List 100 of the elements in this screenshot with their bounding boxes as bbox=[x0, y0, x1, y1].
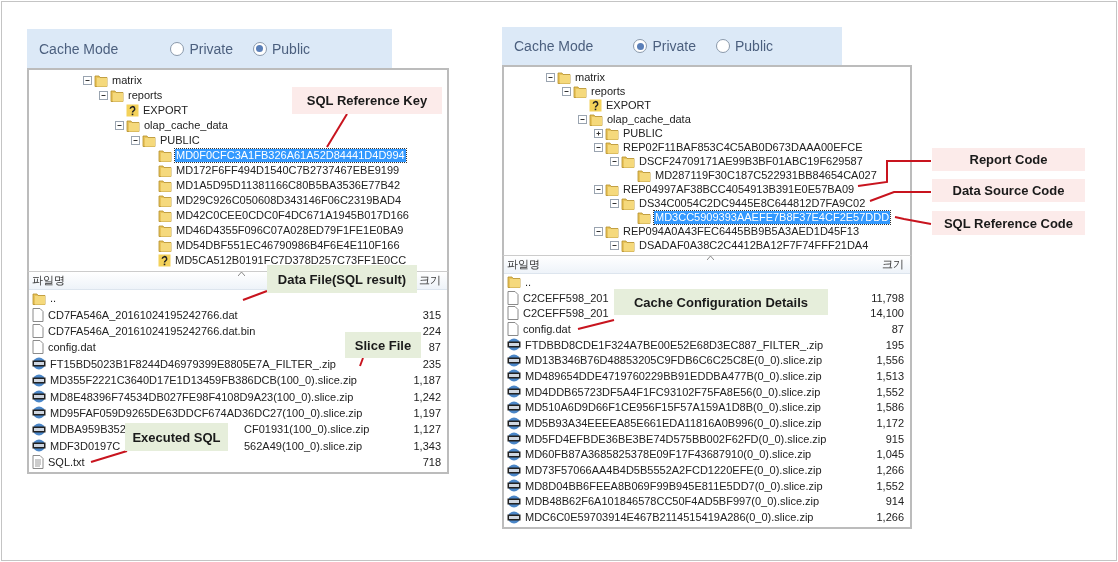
tree-item[interactable]: MD1A5D95D11381166C80B5BA3536E77B42 bbox=[175, 179, 402, 192]
file-name[interactable]: MD73F57066AA4B4D5B5552A2FCD1220EFE(0_0).slice.zip bbox=[525, 464, 822, 477]
folder-icon bbox=[126, 119, 140, 132]
file-name[interactable]: MD95FAF059D9265DE63DDCF674AD36DC27(100_0).slice.zip bbox=[50, 406, 363, 419]
folder-icon bbox=[605, 140, 619, 154]
file-name[interactable]: config.dat bbox=[523, 322, 593, 335]
collapse-icon[interactable] bbox=[594, 142, 603, 152]
archive-icon bbox=[32, 390, 46, 404]
radio-label[interactable]: Public bbox=[271, 40, 311, 57]
file-name[interactable]: CF01931(100_0).slice.zip bbox=[244, 423, 370, 436]
file-name[interactable]: MD355F2221C3640D17E1D13459FB386DCB(100_0).slice.zip bbox=[50, 374, 357, 387]
tree-item[interactable]: PUBLIC bbox=[159, 134, 201, 147]
tree-item[interactable]: MD42C0CEE0CDC0F4DC671A1945B017D166 bbox=[175, 209, 410, 222]
file-size: 235 bbox=[422, 357, 441, 370]
radio-button[interactable] bbox=[252, 41, 267, 56]
file-name[interactable]: config.dat bbox=[48, 341, 124, 354]
file-name[interactable]: MDB48B62F6A101846578CC50F4AD5BF997(0_0).slice.zip bbox=[525, 495, 820, 508]
folder-icon bbox=[637, 210, 651, 224]
collapse-icon[interactable] bbox=[594, 184, 603, 194]
file-name[interactable]: MDC6C0E59703914E467B2114515419A286(0_0).slice.zip bbox=[525, 511, 814, 524]
radio-label[interactable]: Private bbox=[189, 40, 233, 57]
file-name[interactable]: MD13B346B76D48853205C9FDB6C6C25C8E(0_0).slice.zip bbox=[525, 354, 823, 367]
file-name[interactable]: CD7FA546A_20161024195242766.dat.bin bbox=[48, 324, 256, 337]
folder-icon bbox=[94, 74, 108, 87]
tree-item[interactable]: REP04997AF38BCC4054913B391E0E57BA09 bbox=[622, 182, 856, 196]
column-header[interactable]: 파일명 bbox=[507, 257, 540, 272]
radio-button[interactable] bbox=[170, 41, 185, 56]
tree-item[interactable]: matrix bbox=[574, 70, 606, 84]
file-name[interactable]: MD489654DDE4719760229BB91EDDBA477B(0_0).slice.zip bbox=[525, 369, 822, 382]
collapse-icon[interactable] bbox=[546, 72, 555, 82]
file-name[interactable]: MD5B93A34EEEEA85E661EDA11816A0B996(0_0).slice.zip bbox=[525, 417, 822, 430]
file-size: 1,552 bbox=[876, 479, 904, 492]
collapse-icon[interactable] bbox=[83, 76, 92, 85]
sort-caret-icon bbox=[707, 256, 714, 260]
expand-icon[interactable] bbox=[594, 128, 603, 138]
column-header[interactable]: 파일명 bbox=[32, 273, 65, 288]
file-name[interactable]: MD8E48396F74534DB027FE98F4108D9A23(100_0).slice.zip bbox=[50, 390, 354, 403]
tree-item[interactable]: REP094A0A43FEC6445BB9B5A3AED1D45F13 bbox=[622, 224, 861, 238]
file-name[interactable]: C2CEFF598_201 bbox=[523, 307, 609, 320]
tree-item[interactable]: MD5CA512B0191FC7D378D257C73FF1E0CC bbox=[174, 254, 408, 267]
tree-item[interactable]: DSADAF0A38C2C4412BA12F7F74FFF21DA4 bbox=[638, 238, 870, 252]
tree-item[interactable]: DS34C0054C2DC9445E8C644812D7FA9C02 bbox=[638, 196, 867, 210]
file-size: 915 bbox=[885, 432, 904, 445]
tree-item[interactable]: matrix bbox=[111, 74, 143, 87]
file-name[interactable]: C2CEFF598_201 bbox=[523, 291, 609, 304]
file-icon bbox=[507, 321, 519, 336]
column-header[interactable]: 크기 bbox=[882, 257, 904, 272]
collapse-icon[interactable] bbox=[610, 240, 619, 250]
file-name[interactable]: CD7FA546A_20161024195242766.dat bbox=[48, 308, 238, 321]
tree-item[interactable]: MD29C926C050608D343146F06C2319BAD4 bbox=[175, 194, 403, 207]
folder-icon bbox=[605, 182, 619, 196]
tree-item[interactable]: PUBLIC bbox=[622, 126, 664, 140]
tree-item[interactable]: REP02F11BAF853C4C5AB0D673DAAA00EFCE bbox=[622, 140, 864, 154]
collapse-icon[interactable] bbox=[594, 226, 603, 236]
folder-icon bbox=[557, 70, 571, 84]
file-name[interactable]: MD60FB87A3685825378E09F17F43687910(0_0).slice.zip bbox=[525, 448, 812, 461]
file-name[interactable]: MD510A6D9D66F1CE956F15F57A159A1D8B(0_0).slice.zip bbox=[525, 401, 821, 414]
tree-item[interactable]: DSCF24709171AE99B3BF01ABC19F629587 bbox=[638, 154, 864, 168]
radio-label[interactable]: Public bbox=[734, 38, 774, 54]
archive-icon bbox=[32, 422, 46, 436]
folder-icon bbox=[158, 194, 172, 207]
file-name[interactable]: FT15BD5023B1F8244D46979399E8805E7A_FILTER_.zip bbox=[50, 357, 336, 370]
collapse-icon[interactable] bbox=[131, 136, 140, 145]
file-size: 1,556 bbox=[876, 354, 904, 367]
file-name[interactable]: MD5FD4EFBDE36BE3BE74D575BB002F62FD(0_0).slice.zip bbox=[525, 432, 827, 445]
file-name[interactable]: 562A49(100_0).slice.zip bbox=[244, 439, 363, 452]
collapse-icon[interactable] bbox=[99, 91, 108, 100]
file-name[interactable]: FTDBBD8CDE1F324A7BE00E52E68D3EC887_FILTER_.zip bbox=[525, 338, 824, 351]
archive-icon bbox=[507, 510, 521, 524]
tree-item[interactable]: olap_cache_data bbox=[143, 119, 229, 132]
tree-item[interactable]: EXPORT bbox=[142, 104, 190, 117]
tree-item[interactable]: reports bbox=[590, 84, 627, 98]
tree-item[interactable]: MD54DBF551EC46790986B4F6E4E110F166 bbox=[175, 239, 401, 252]
collapse-icon[interactable] bbox=[562, 86, 571, 96]
tree-item[interactable]: reports bbox=[127, 89, 164, 102]
column-header[interactable]: 크기 bbox=[419, 273, 441, 288]
tree-item[interactable]: EXPORT bbox=[605, 98, 653, 112]
radio-button[interactable] bbox=[715, 39, 730, 53]
folder-icon bbox=[621, 196, 635, 210]
callout-label: SQL Reference Key bbox=[292, 87, 442, 114]
tree-item[interactable]: MD287119F30C187C522931BB84654CA027 bbox=[654, 168, 878, 182]
collapse-icon[interactable] bbox=[115, 121, 124, 130]
file-name[interactable]: SQL.txt bbox=[48, 456, 124, 469]
file-name[interactable]: MDBA959B352 bbox=[50, 423, 126, 436]
collapse-icon[interactable] bbox=[610, 198, 619, 208]
tree-item[interactable]: MD46D4355F096C07A028ED79F1FE1E0BA9 bbox=[175, 224, 405, 237]
tree-item[interactable]: MD172F6FF494D1540C7B2737467EBE9199 bbox=[175, 164, 401, 177]
folder-icon bbox=[158, 149, 172, 162]
file-name[interactable]: .. bbox=[525, 275, 595, 288]
collapse-icon[interactable] bbox=[578, 114, 587, 124]
file-name[interactable]: MD4DDB65723DF5A4F1FC93102F75FA8E56(0_0).slice.zip bbox=[525, 385, 821, 398]
file-name[interactable]: .. bbox=[50, 292, 126, 305]
radio-label[interactable]: Private bbox=[652, 38, 696, 54]
radio-button[interactable] bbox=[633, 39, 648, 53]
cache-mode-label: Cache Mode bbox=[39, 40, 119, 57]
tree-item[interactable]: olap_cache_data bbox=[606, 112, 692, 126]
folder-icon bbox=[110, 89, 124, 102]
file-name[interactable]: MD8D04BB6FEEA8B069F99B945E811E5DD7(0_0).slice.zip bbox=[525, 479, 823, 492]
collapse-icon[interactable] bbox=[610, 156, 619, 166]
file-name[interactable]: MDF3D0197C bbox=[50, 439, 126, 452]
